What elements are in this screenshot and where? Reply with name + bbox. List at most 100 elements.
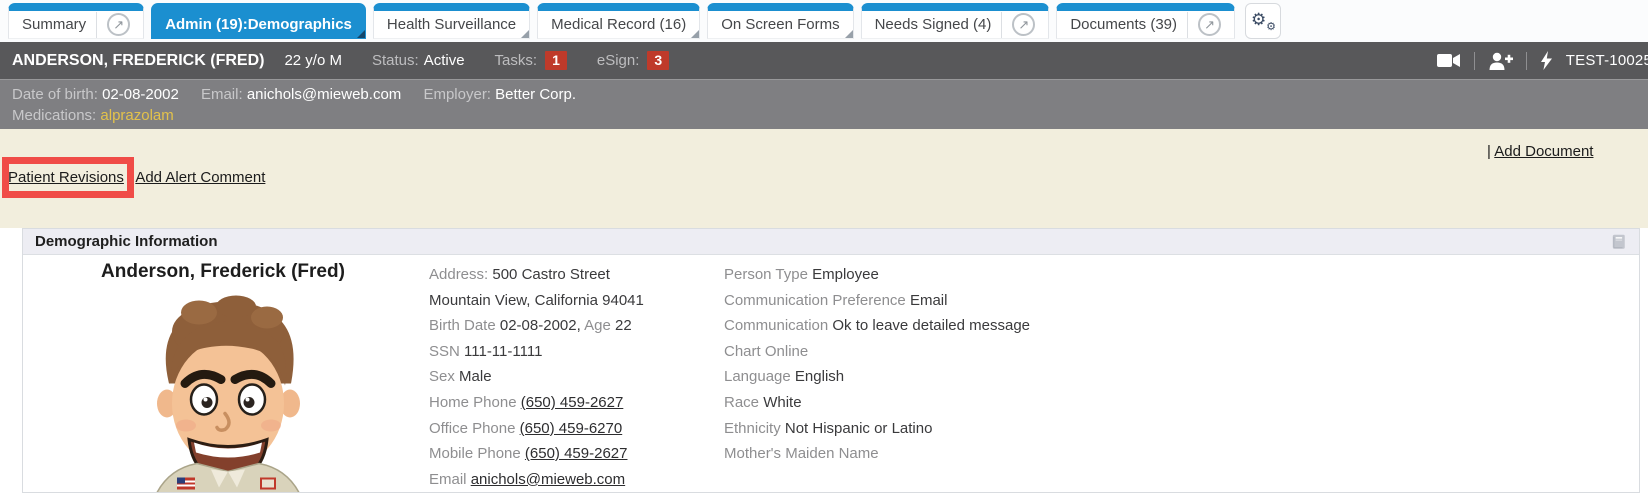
language-label: Language (724, 368, 791, 385)
patient-revisions-link[interactable]: Patient Revisions (8, 169, 124, 186)
language-row: Language English (724, 364, 1030, 390)
patient-action-links: Patient Revisions | Add Alert Comment (8, 169, 265, 186)
esign-label: eSign: (597, 52, 640, 69)
info-line-2: Medications: alprazolam (12, 105, 1636, 126)
tab-label: Summary (22, 16, 86, 33)
office-phone-link[interactable]: (650) 459-6270 (520, 420, 623, 437)
link-separator: | (128, 169, 132, 186)
ssn-value: 111-11-1111 (464, 343, 542, 360)
add-person-icon[interactable] (1488, 52, 1513, 70)
contact-email-link[interactable]: anichols@mieweb.com (471, 471, 625, 488)
settings-button[interactable] (1245, 3, 1281, 39)
patient-name[interactable]: ANDERSON, FREDERICK (FRED) (12, 52, 264, 70)
dropdown-fold-icon (357, 30, 365, 38)
race-label: Race (724, 394, 759, 411)
gear-icon (1251, 11, 1266, 28)
email-value: anichols@mieweb.com (247, 86, 401, 103)
communication-row: Communication Ok to leave detailed messa… (724, 313, 1030, 339)
add-document-link[interactable]: Add Document (1494, 143, 1593, 160)
employer-value: Better Corp. (495, 86, 576, 103)
mobile-phone-row: Mobile Phone (650) 459-2627 (429, 441, 644, 467)
patient-age-sex: 22 y/o M (284, 52, 342, 69)
tab-medical-record[interactable]: Medical Record (16) (537, 3, 700, 39)
birth-date-label: Birth Date (429, 317, 496, 334)
dropdown-fold-icon (845, 30, 853, 38)
tasks-label: Tasks: (495, 52, 538, 69)
lightning-icon[interactable] (1540, 51, 1553, 70)
esign-count-badge[interactable]: 3 (647, 51, 669, 70)
add-alert-comment-link[interactable]: Add Alert Comment (135, 169, 265, 186)
email-row: Email anichols@mieweb.com (429, 467, 644, 493)
home-phone-link[interactable]: (650) 459-2627 (521, 394, 624, 411)
mothers-maiden-name-row: Mother's Maiden Name (724, 441, 1030, 467)
tab-needs-signed[interactable]: Needs Signed (4) (861, 3, 1050, 39)
open-in-new-icon[interactable] (1012, 13, 1035, 36)
tab-label: Admin (19):Demographics (165, 16, 352, 33)
sex-value: Male (459, 368, 492, 385)
sex-row: Sex Male (429, 364, 644, 390)
toolbar-divider (1474, 52, 1475, 70)
status-label: Status: (372, 52, 419, 69)
tab-divider (1187, 12, 1188, 38)
tab-label: Medical Record (16) (551, 16, 686, 33)
open-in-new-icon[interactable] (1198, 13, 1221, 36)
dob-label: Date of birth: (12, 86, 98, 103)
attributes-column: Person Type Employee Communication Prefe… (724, 262, 1030, 467)
person-type-value: Employee (812, 266, 879, 283)
tab-label: Needs Signed (4) (875, 16, 992, 33)
video-camera-icon[interactable] (1437, 53, 1461, 68)
tab-health-surveillance[interactable]: Health Surveillance (373, 3, 530, 39)
patient-display-name: Anderson, Frederick (Fred) (23, 261, 423, 283)
contact-column: Address: 500 Castro Street Mountain View… (429, 262, 644, 492)
tab-label: Documents (39) (1070, 16, 1177, 33)
chart-book-icon[interactable] (1609, 233, 1627, 251)
panel-header: Demographic Information (23, 229, 1639, 255)
communication-value: Ok to leave detailed message (832, 317, 1030, 334)
action-strip: | Add Document Patient Revisions | Add A… (0, 129, 1648, 228)
gear-icon-small (1266, 22, 1276, 33)
ethnicity-row: Ethnicity Not Hispanic or Latino (724, 416, 1030, 442)
dropdown-fold-icon (521, 30, 529, 38)
add-document-area: | Add Document (1487, 143, 1593, 160)
chart-tab-bar: Summary Admin (19):Demographics Health S… (0, 0, 1648, 42)
mobile-phone-link[interactable]: (650) 459-2627 (525, 445, 628, 462)
home-phone-label: Home Phone (429, 394, 517, 411)
office-phone-row: Office Phone (650) 459-6270 (429, 416, 644, 442)
tab-divider (96, 12, 97, 38)
address-line1: 500 Castro Street (492, 266, 610, 283)
chart-online-row: Chart Online (724, 339, 1030, 365)
toolbar-divider (1526, 52, 1527, 70)
sex-label: Sex (429, 368, 455, 385)
birth-date-value: 02-08-2002, (500, 317, 581, 334)
ethnicity-label: Ethnicity (724, 420, 781, 437)
patient-bar-tools: TEST-10025 (1437, 51, 1636, 70)
medications-value[interactable]: alprazolam (100, 107, 173, 124)
dropdown-fold-icon (691, 30, 699, 38)
tab-summary[interactable]: Summary (8, 3, 144, 39)
age-label: Age (584, 317, 611, 334)
address-row-2: Mountain View, California 94041 (429, 288, 644, 314)
dob-value: 02-08-2002 (102, 86, 179, 103)
email-label: Email: (201, 86, 243, 103)
tab-documents[interactable]: Documents (39) (1056, 3, 1235, 39)
mobile-phone-label: Mobile Phone (429, 445, 521, 462)
person-type-row: Person Type Employee (724, 262, 1030, 288)
communication-preference-value: Email (910, 292, 948, 309)
tasks-count-badge[interactable]: 1 (545, 51, 567, 70)
patient-avatar[interactable] (141, 289, 316, 493)
ethnicity-value: Not Hispanic or Latino (785, 420, 933, 437)
home-phone-row: Home Phone (650) 459-2627 (429, 390, 644, 416)
tab-on-screen-forms[interactable]: On Screen Forms (707, 3, 853, 39)
open-in-new-icon[interactable] (107, 13, 130, 36)
office-phone-label: Office Phone (429, 420, 515, 437)
tab-admin-demographics[interactable]: Admin (19):Demographics (151, 3, 366, 39)
address-label: Address: (429, 266, 488, 283)
contact-email-label: Email (429, 471, 467, 488)
communication-label: Communication (724, 317, 828, 334)
chart-online-label: Chart Online (724, 343, 808, 360)
person-type-label: Person Type (724, 266, 808, 283)
race-row: Race White (724, 390, 1030, 416)
patient-header-bar: ANDERSON, FREDERICK (FRED) 22 y/o M Stat… (0, 42, 1648, 79)
status-value: Active (424, 52, 465, 69)
info-line-1: Date of birth: 02-08-2002 Email: anichol… (12, 84, 1636, 105)
